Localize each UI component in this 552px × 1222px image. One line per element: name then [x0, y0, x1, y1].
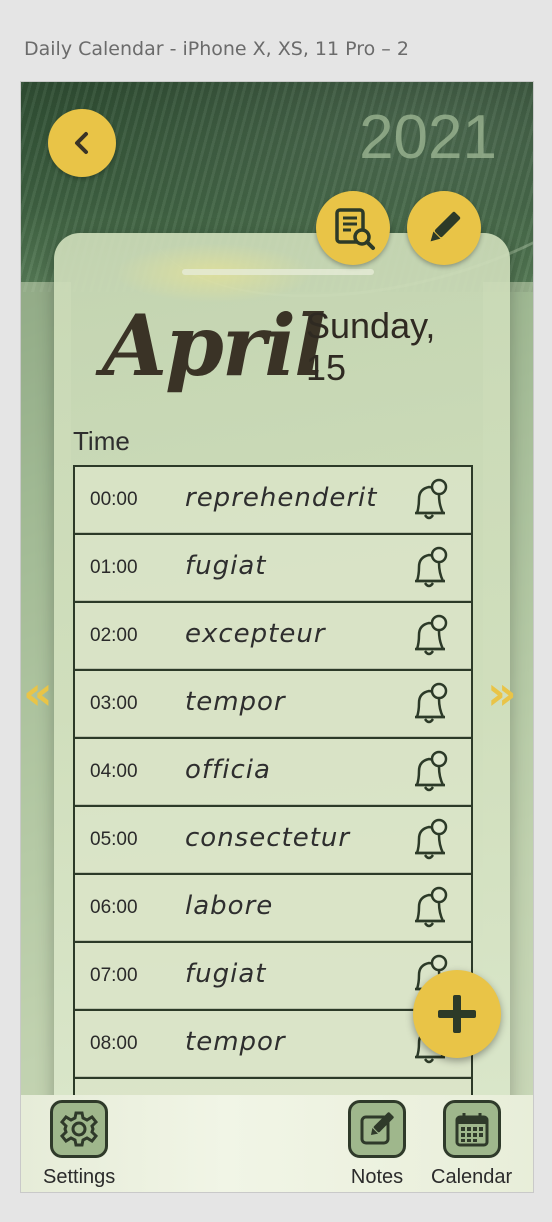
edit-note-icon	[360, 1112, 394, 1145]
hour-label: 04:00	[90, 761, 138, 782]
task-text[interactable]: fugiat	[185, 943, 267, 1005]
day-number: 15	[306, 347, 347, 388]
tab-notes-label: Notes	[350, 1166, 404, 1188]
calendar-icon-box	[442, 1100, 501, 1158]
search-notes-button[interactable]	[316, 191, 390, 265]
bottom-tab-bar: Settings Notes Calendar	[21, 1095, 533, 1192]
task-text[interactable]: tempor	[185, 1011, 286, 1073]
pencil-icon	[430, 211, 461, 242]
task-text[interactable]: tempor	[185, 671, 286, 733]
hour-row[interactable]: 03:00 tempor	[73, 669, 473, 739]
plus-icon	[438, 995, 476, 1033]
drag-handle[interactable]	[182, 269, 374, 275]
month-label: April	[102, 296, 326, 395]
tab-settings-label: Settings	[43, 1166, 116, 1188]
gear-icon	[60, 1111, 99, 1147]
previous-day-arrow[interactable]: «	[23, 670, 53, 716]
hour-label: 01:00	[90, 557, 138, 578]
tab-calendar-label: Calendar	[431, 1166, 513, 1188]
settings-icon-box	[50, 1100, 109, 1158]
hour-label: 05:00	[90, 829, 138, 850]
phone-screen: 2021 April Sunday, 15 Time 00:00 reprehe…	[20, 81, 534, 1193]
year-label: 2021	[359, 103, 497, 172]
chevron-left-icon	[75, 132, 88, 154]
hour-label: 07:00	[90, 965, 138, 986]
time-column-header: Time	[73, 426, 130, 456]
task-text[interactable]: reprehenderit	[185, 467, 377, 529]
weekday-day-label: Sunday, 15	[306, 305, 435, 389]
task-text[interactable]: excepteur	[185, 603, 326, 665]
weekday-label: Sunday,	[306, 305, 436, 346]
next-day-arrow[interactable]: »	[487, 670, 517, 716]
bell-reminder-icon[interactable]	[407, 681, 451, 727]
notes-icon-box	[348, 1100, 406, 1158]
task-text[interactable]: consectetur	[185, 807, 350, 869]
bell-reminder-icon[interactable]	[407, 613, 451, 659]
hour-label: 00:00	[90, 489, 138, 510]
tab-settings[interactable]: Settings	[43, 1100, 115, 1189]
hour-row[interactable]: 02:00 excepteur	[73, 601, 473, 671]
bell-reminder-icon[interactable]	[407, 749, 451, 795]
hour-label: 03:00	[90, 693, 138, 714]
hour-label: 06:00	[90, 897, 138, 918]
hour-label: 02:00	[90, 625, 138, 646]
hour-list: 00:00 reprehenderit 01:00 fugiat 02:00 e…	[73, 465, 473, 1147]
hour-row[interactable]: 00:00 reprehenderit	[73, 465, 473, 535]
hour-row[interactable]: 04:00 officia	[73, 737, 473, 807]
back-button[interactable]	[48, 109, 116, 177]
hour-row[interactable]: 06:00 labore	[73, 873, 473, 943]
task-text[interactable]: officia	[185, 739, 271, 801]
edit-button[interactable]	[407, 191, 481, 265]
hour-row[interactable]: 07:00 fugiat	[73, 941, 473, 1011]
calendar-icon	[455, 1113, 489, 1147]
bell-reminder-icon[interactable]	[407, 477, 451, 523]
bell-reminder-icon[interactable]	[407, 885, 451, 931]
bell-reminder-icon[interactable]	[407, 545, 451, 591]
document-search-icon	[335, 208, 375, 250]
add-task-button[interactable]	[413, 970, 501, 1058]
hour-row[interactable]: 01:00 fugiat	[73, 533, 473, 603]
bell-reminder-icon[interactable]	[407, 817, 451, 863]
task-text[interactable]: fugiat	[185, 535, 267, 597]
tab-calendar[interactable]: Calendar	[431, 1100, 512, 1189]
hour-row[interactable]: 05:00 consectetur	[73, 805, 473, 875]
task-text[interactable]: labore	[185, 875, 273, 937]
tab-notes[interactable]: Notes	[348, 1100, 406, 1189]
frame-title: Daily Calendar - iPhone X, XS, 11 Pro – …	[24, 38, 409, 60]
hour-label: 08:00	[90, 1033, 138, 1054]
